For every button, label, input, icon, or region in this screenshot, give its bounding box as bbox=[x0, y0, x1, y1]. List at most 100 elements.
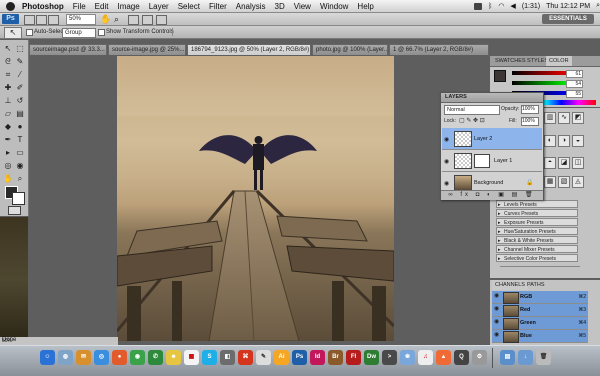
preset-exposure[interactable]: Exposure Presets bbox=[496, 218, 578, 227]
eraser-tool-icon[interactable]: ▱ bbox=[3, 109, 13, 119]
clone-stamp-tool-icon[interactable]: ⊥ bbox=[3, 96, 13, 106]
rotate-view-icon[interactable] bbox=[128, 15, 139, 25]
channel-row-rgb[interactable]: ◉ RGB ⌘2 bbox=[492, 291, 588, 304]
adjust-gradient-map-icon[interactable]: ◫ bbox=[572, 157, 584, 169]
menubar-clock[interactable]: Thu 12:12 PM bbox=[546, 3, 590, 10]
menu-analysis[interactable]: Analysis bbox=[236, 2, 266, 11]
tab-untitled-1[interactable]: 1 @ 66.7% (Layer 2, RGB/8#) bbox=[389, 44, 489, 55]
flash-icon[interactable]: Fl bbox=[346, 350, 361, 365]
menu-filter[interactable]: Filter bbox=[209, 2, 227, 11]
green-value-field[interactable]: 54 bbox=[566, 80, 583, 88]
color-foreground-swatch[interactable] bbox=[494, 70, 506, 82]
finder-icon[interactable]: ☺ bbox=[40, 350, 55, 365]
tab-channels[interactable]: CHANNELS bbox=[492, 280, 528, 290]
layer-row-layer-2[interactable]: ◉ Layer 2 bbox=[442, 128, 542, 150]
menu-view[interactable]: View bbox=[294, 2, 311, 11]
tab-sourceimage-psd[interactable]: sourceimage.psd @ 33.3... bbox=[29, 44, 107, 55]
downloads-stack-icon[interactable]: ↓ bbox=[518, 350, 533, 365]
preset-channel-mixer[interactable]: Channel Mixer Presets bbox=[496, 245, 578, 254]
menu-help[interactable]: Help bbox=[357, 2, 373, 11]
bridge-icon[interactable] bbox=[24, 15, 35, 25]
trash-icon[interactable]: 🗑 bbox=[536, 350, 551, 365]
tab-color[interactable]: COLOR bbox=[546, 56, 572, 66]
menu-window[interactable]: Window bbox=[320, 2, 348, 11]
gradient-tool-icon[interactable]: ▤ bbox=[15, 109, 25, 119]
blur-tool-icon[interactable]: ◆ bbox=[3, 122, 13, 132]
3d-orbit-tool-icon[interactable]: ◉ bbox=[15, 161, 25, 171]
hand-tool-small-icon[interactable]: ✋ bbox=[3, 174, 13, 184]
photoshop-icon[interactable]: Ps bbox=[292, 350, 307, 365]
iphoto-icon[interactable]: ❀ bbox=[400, 350, 415, 365]
workspace-switcher[interactable]: ESSENTIALS bbox=[542, 14, 594, 24]
crop-tool-icon[interactable]: ⌗ bbox=[3, 70, 13, 80]
layer-row-layer-1[interactable]: ◉ Layer 1 bbox=[442, 150, 542, 172]
healing-brush-tool-icon[interactable]: ✚ bbox=[3, 83, 13, 93]
adjust-photo-filter-icon[interactable]: ◒ bbox=[572, 135, 584, 147]
indesign-icon[interactable]: Id bbox=[310, 350, 325, 365]
bridge-dock-icon[interactable]: Br bbox=[328, 350, 343, 365]
quicktime-icon[interactable]: Q bbox=[454, 350, 469, 365]
tab-186794-9123[interactable]: 186794_9123.jpg @ 50% (Layer 2, RGB/8#) … bbox=[187, 44, 311, 55]
preset-curves[interactable]: Curves Presets bbox=[496, 209, 578, 218]
menu-app-name[interactable]: Photoshop bbox=[22, 2, 64, 11]
auto-select-checkbox[interactable] bbox=[26, 29, 33, 36]
itunes-icon[interactable]: ♫ bbox=[418, 350, 433, 365]
eye-icon[interactable]: ◉ bbox=[494, 332, 499, 338]
illustrator-icon[interactable]: Ai bbox=[274, 350, 289, 365]
blue-value-field[interactable]: 55 bbox=[566, 90, 583, 98]
arrange-documents-icon[interactable] bbox=[142, 15, 153, 25]
history-brush-tool-icon[interactable]: ↺ bbox=[15, 96, 25, 106]
layers-footer-buttons[interactable]: ∞ fx ◘ ◐ ▣ ▤ 🗑 bbox=[441, 190, 543, 200]
adjust-bw-icon[interactable]: ◑ bbox=[558, 135, 570, 147]
system-preferences-icon[interactable]: ⚙ bbox=[472, 350, 487, 365]
zoom-level-field[interactable]: 50% bbox=[66, 14, 96, 25]
ps-badge-icon[interactable]: Ps bbox=[2, 14, 19, 24]
textedit-icon[interactable]: ✎ bbox=[256, 350, 271, 365]
eye-icon[interactable]: ◉ bbox=[494, 319, 499, 325]
type-tool-icon[interactable]: T bbox=[15, 135, 25, 145]
path-selection-tool-icon[interactable]: ▸ bbox=[3, 148, 13, 158]
apple-icon[interactable] bbox=[6, 1, 15, 11]
3d-rotate-tool-icon[interactable]: ◎ bbox=[3, 161, 13, 171]
adium-icon[interactable]: ☻ bbox=[166, 350, 181, 365]
vlc-icon[interactable]: ▲ bbox=[436, 350, 451, 365]
adjust-selective-color-icon[interactable]: ◬ bbox=[572, 176, 584, 188]
eye-icon[interactable]: ◉ bbox=[444, 180, 449, 187]
menu-image[interactable]: Image bbox=[117, 2, 139, 11]
layers-panel-header[interactable]: LAYERS bbox=[441, 93, 543, 103]
eyedropper-tool-icon[interactable]: ⁄ bbox=[15, 70, 25, 80]
move-tool-icon[interactable]: ↖ bbox=[3, 44, 13, 54]
mail-icon[interactable]: ✉ bbox=[76, 350, 91, 365]
adjust-threshold-icon[interactable]: ▧ bbox=[558, 176, 570, 188]
quick-mask-icon[interactable] bbox=[8, 206, 21, 215]
hand-tool-icon[interactable]: ✋ bbox=[100, 13, 111, 25]
red-value-field[interactable]: 61 bbox=[566, 70, 583, 78]
quick-select-tool-icon[interactable]: ✎ bbox=[15, 57, 25, 67]
firefox-icon[interactable]: ● bbox=[112, 350, 127, 365]
channel-row-red[interactable]: ◉ Red ⌘3 bbox=[492, 304, 588, 317]
adjust-posterize-icon[interactable]: ▦ bbox=[544, 176, 556, 188]
lock-icons[interactable]: ▢ ✎ ✥ ⊡ bbox=[459, 117, 485, 125]
layer-mask-thumbnail[interactable] bbox=[474, 154, 490, 168]
adjust-invert-icon[interactable]: ◪ bbox=[558, 157, 570, 169]
skype-icon[interactable]: S bbox=[202, 350, 217, 365]
channel-row-green[interactable]: ◉ Green ⌘4 bbox=[492, 317, 588, 330]
adjust-hue-icon[interactable]: ◐ bbox=[544, 135, 556, 147]
adjust-curves-icon[interactable]: ∿ bbox=[558, 112, 570, 124]
brush-tool-icon[interactable]: ✐ bbox=[15, 83, 25, 93]
menu-layer[interactable]: Layer bbox=[149, 2, 169, 11]
mini-bridge-icon[interactable] bbox=[36, 15, 47, 25]
calendar-icon[interactable]: ▦ bbox=[184, 350, 199, 365]
adjust-levels-icon[interactable]: ▥ bbox=[544, 112, 556, 124]
preset-hue-saturation[interactable]: Hue/Saturation Presets bbox=[496, 227, 578, 236]
dashboard-icon[interactable]: ◍ bbox=[58, 350, 73, 365]
move-tool-preset-icon[interactable]: ↖ bbox=[4, 27, 22, 39]
menu-edit[interactable]: Edit bbox=[95, 2, 109, 11]
view-extras-icon[interactable] bbox=[48, 15, 59, 25]
eye-icon[interactable]: ◉ bbox=[494, 306, 499, 312]
shape-tool-icon[interactable]: ▭ bbox=[15, 148, 25, 158]
green-slider[interactable] bbox=[512, 81, 572, 85]
eye-icon[interactable]: ◉ bbox=[444, 136, 449, 143]
chrome-icon[interactable]: ◉ bbox=[130, 350, 145, 365]
preview-icon[interactable]: ◧ bbox=[220, 350, 235, 365]
